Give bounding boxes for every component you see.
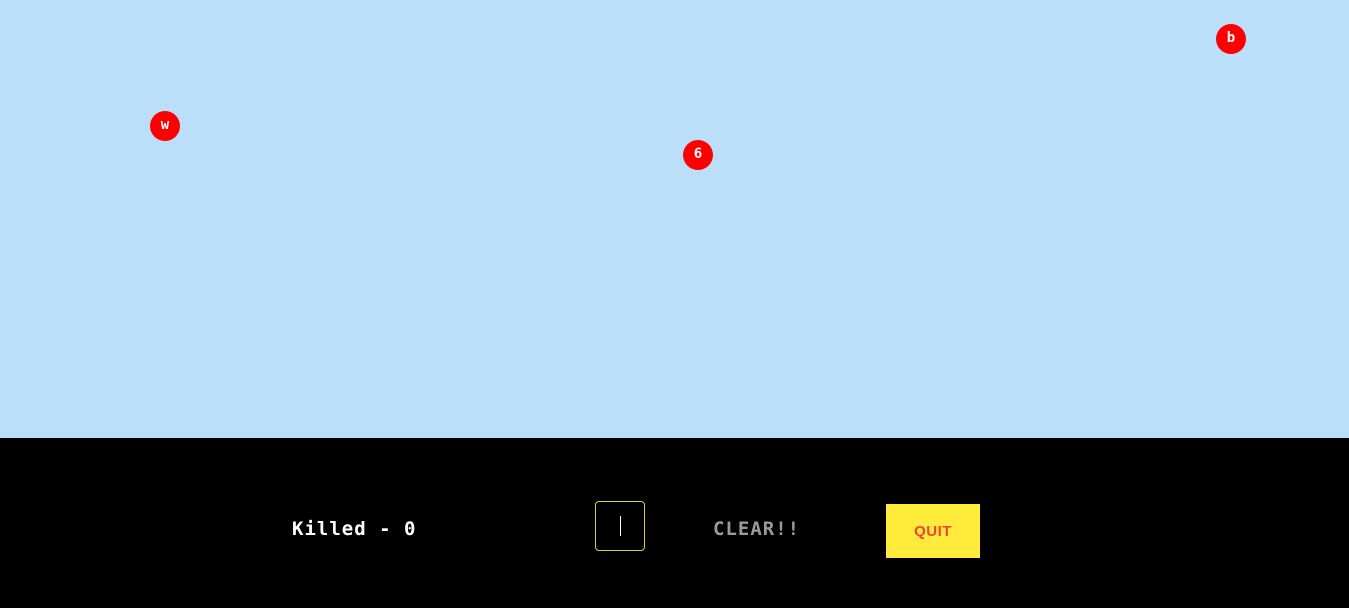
game-field: w 6 b	[0, 0, 1349, 438]
enemy-ball: 6	[683, 140, 713, 170]
control-bar: Killed - 0 CLEAR!! QUIT	[0, 438, 1349, 608]
enemy-ball: b	[1216, 24, 1246, 54]
killed-counter: Killed - 0	[292, 518, 417, 540]
enemy-ball: w	[150, 111, 180, 141]
text-caret	[620, 516, 621, 536]
quit-button[interactable]: QUIT	[886, 504, 980, 558]
game-screen: w 6 b Killed - 0 CLEAR!! QUIT	[0, 0, 1349, 608]
clear-button[interactable]: CLEAR!!	[713, 518, 800, 540]
